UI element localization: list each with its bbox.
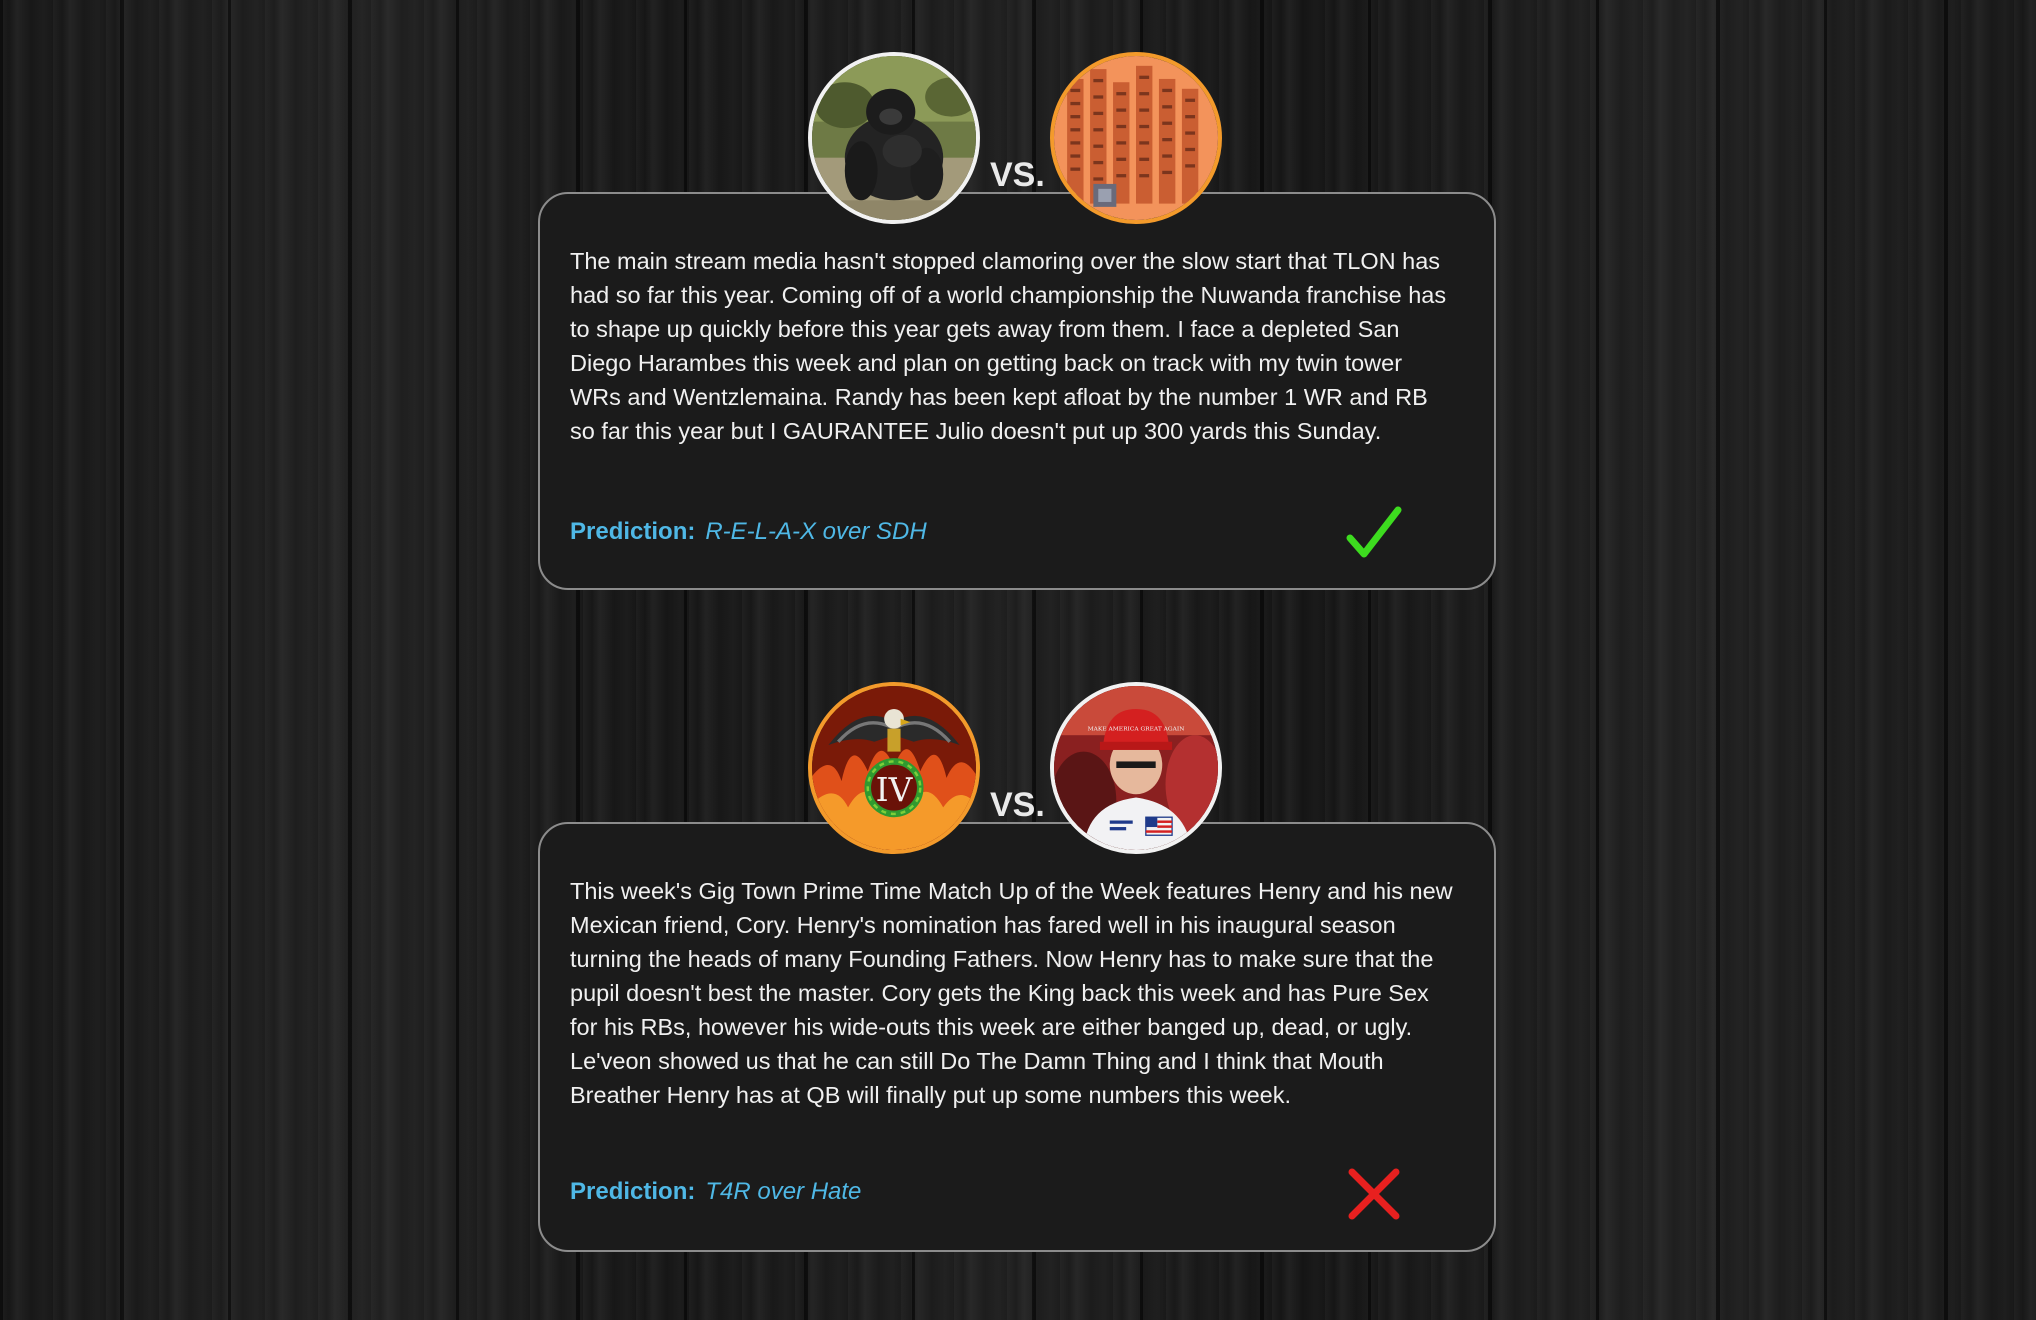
prediction-label: Prediction: — [570, 518, 696, 545]
team-avatar-football-player[interactable]: MAKE AMERICA GREAT AGAIN — [1050, 682, 1222, 854]
prediction-row: Prediction: T4R over Hate — [570, 1164, 1454, 1224]
prediction-row: Prediction: R-E-L-A-X over SDH — [570, 504, 1454, 564]
prediction-value: R-E-L-A-X over SDH — [705, 518, 927, 545]
orange-tower-collage-image — [1054, 56, 1218, 220]
football-player-red-cap-image: MAKE AMERICA GREAT AGAIN — [1054, 686, 1218, 850]
matchup-1: VS. The main stream media hasn't stopped… — [538, 52, 1496, 592]
matchup-writeup: The main stream media hasn't stopped cla… — [570, 248, 1447, 444]
cap-slogan: MAKE AMERICA GREAT AGAIN — [1088, 726, 1185, 732]
matchup-card: This week's Gig Town Prime Time Match Up… — [538, 822, 1496, 1252]
team-avatar-tower-collage[interactable] — [1050, 52, 1222, 224]
matchup-card: The main stream media hasn't stopped cla… — [538, 192, 1496, 590]
matchup-2: IV VS. MAKE AMERICA GREAT AGAIN This wee… — [538, 682, 1496, 1254]
vs-label: VS. — [990, 786, 1045, 824]
team-avatar-eagle-emblem[interactable]: IV — [808, 682, 980, 854]
gorilla-photo-image — [812, 56, 976, 220]
prediction-value: T4R over Hate — [705, 1178, 862, 1205]
matchup-writeup: This week's Gig Town Prime Time Match Up… — [570, 878, 1453, 1108]
prediction-label: Prediction: — [570, 1178, 696, 1205]
prediction: Prediction: T4R over Hate — [570, 1178, 861, 1206]
emblem-numeral: IV — [876, 771, 914, 809]
eagle-emblem-fire-image: IV — [812, 686, 976, 850]
checkmark-icon — [1344, 504, 1404, 564]
team-avatar-gorilla[interactable] — [808, 52, 980, 224]
x-mark-icon — [1344, 1164, 1404, 1224]
prediction: Prediction: R-E-L-A-X over SDH — [570, 518, 927, 546]
vs-label: VS. — [990, 156, 1045, 194]
